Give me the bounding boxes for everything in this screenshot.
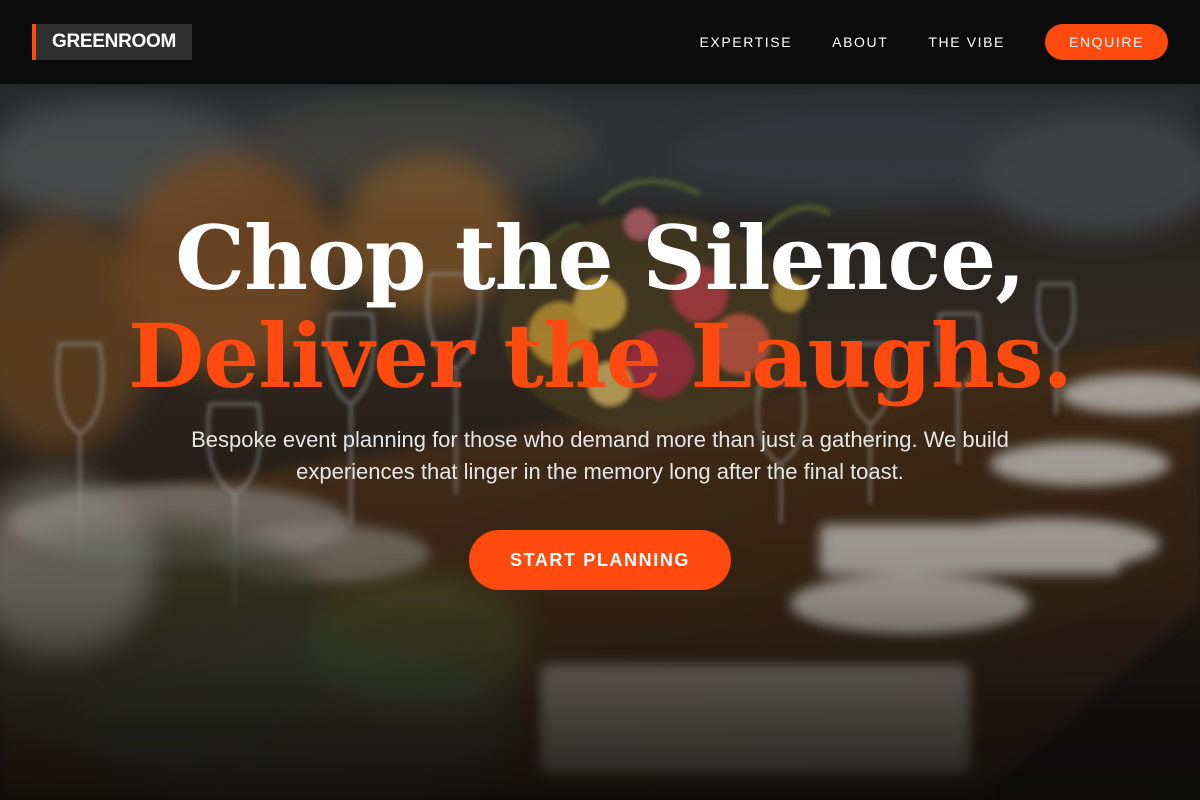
nav-link-about[interactable]: ABOUT: [832, 34, 888, 50]
enquire-button[interactable]: ENQUIRE: [1045, 24, 1168, 60]
logo-text: GREENROOM: [52, 31, 176, 52]
navbar: GREENROOM EXPERTISE ABOUT THE VIBE ENQUI…: [0, 0, 1200, 84]
nav-link-expertise[interactable]: EXPERTISE: [699, 34, 792, 50]
nav-link-the-vibe[interactable]: THE VIBE: [928, 34, 1005, 50]
landing-page: GREENROOM EXPERTISE ABOUT THE VIBE ENQUI…: [0, 0, 1200, 800]
hero-content: Chop the Silence, Deliver the Laughs. Be…: [0, 84, 1200, 800]
hero-subtext: Bespoke event planning for those who dem…: [191, 427, 1009, 484]
start-planning-button[interactable]: START PLANNING: [469, 530, 731, 590]
nav-links: EXPERTISE ABOUT THE VIBE ENQUIRE: [699, 24, 1168, 60]
logo[interactable]: GREENROOM: [32, 24, 192, 60]
hero-section: Chop the Silence, Deliver the Laughs. Be…: [0, 84, 1200, 800]
hero-headline-line-2: Deliver the Laughs.: [127, 304, 1073, 408]
hero-headline-line-1: Chop the Silence,: [175, 206, 1026, 310]
